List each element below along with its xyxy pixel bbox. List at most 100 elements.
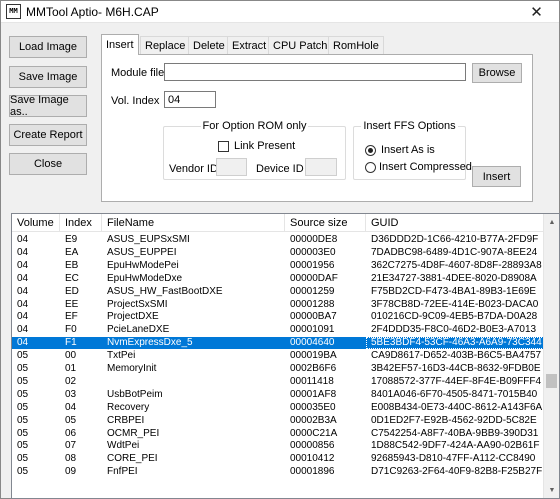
close-button[interactable]: Close [9,153,87,175]
filename-cell: ProjectDXE [107,311,159,323]
column-header-guid[interactable]: GUID [366,214,552,232]
column-header-filename[interactable]: FileName [102,214,285,232]
filename-cell: OCMR_PEI [107,427,160,439]
table-row[interactable]: 05 00 TxtPei 000019BA CA9D8617-D652-403B-B6C… [12,350,552,362]
table-row[interactable]: 05 06 OCMR_PEI 0000C21A C7542254-A8F7-40BA-9… [12,428,552,440]
guid-cell: 0D1ED2F7-E92B-4562-92DD-5C82E [371,414,537,426]
filename-cell: EpuHwModePei [107,259,179,271]
guid-cell: 8401A046-6F70-4505-8471-7015B40 [371,388,538,400]
index-cell: EB [65,259,79,271]
module-list[interactable]: Volume Index FileName Source size GUID 0… [11,213,560,499]
filename-cell: ASUS_EUPPEI [107,246,177,258]
insert-tab-panel: Module file Browse Vol. Index 04 For Opt… [101,54,533,202]
module-file-label: Module file [111,67,165,79]
source-size-cell: 00004640 [290,337,335,349]
insert-compressed-radio[interactable] [365,162,376,173]
guid-cell: 362C7275-4D8F-4607-8D8F-28893A8 [371,259,542,271]
guid-cell: 1D88C542-9DF7-424A-AA90-02B61F [371,440,540,452]
filename-cell: PcieLaneDXE [107,324,170,336]
tab-romhole[interactable]: RomHole [328,36,384,54]
tab-extract[interactable]: Extract [227,36,272,54]
device-id-label: Device ID [256,163,304,175]
index-cell: 09 [65,466,77,478]
source-size-cell: 00010412 [290,453,335,465]
table-row[interactable]: 05 09 FnfPEI 00001896 D71C9263-2F64-40F9-82B… [12,466,552,478]
table-row[interactable]: 04 F1 NvmExpressDxe_5 00004640 5BE3BDF4-53CF… [12,337,552,350]
browse-button[interactable]: Browse [472,63,522,83]
volume-cell: 04 [17,311,29,323]
guid-cell: C7542254-A8F7-40BA-9BB9-390D31 [371,427,539,439]
source-size-cell: 000019BA [290,350,337,362]
device-id-input[interactable] [305,158,337,176]
insert-button[interactable]: Insert [472,166,521,187]
index-cell: EA [65,246,79,258]
guid-cell: 010216CD-9C09-4EB5-B7DA-D0A28 [371,311,538,323]
table-row[interactable]: 04 EF ProjectDXE 00000BA7 010216CD-9C09-4EB5… [12,311,552,323]
insert-compressed-label: Insert Compressed [379,161,472,173]
guid-cell: 5BE3BDF4-53CF-46A3-A6A9-73C344 [366,337,552,350]
tab-replace[interactable]: Replace [140,36,191,54]
table-row[interactable]: 05 01 MemoryInit 0002B6F6 3B42EF57-16D3-44CB… [12,363,552,375]
vol-index-input[interactable]: 04 [164,91,216,108]
guid-cell: 17088572-377F-44EF-8F4E-B09FFF4 [371,375,542,387]
volume-cell: 04 [17,285,29,297]
source-size-cell: 00000DE8 [290,234,338,245]
vendor-id-input[interactable] [216,158,247,176]
table-row[interactable]: 04 EB EpuHwModePei 00001956 362C7275-4D8F-46… [12,260,552,272]
table-row[interactable]: 05 07 WdtPei 00000856 1D88C542-9DF7-424A-AA9… [12,440,552,452]
link-present-checkbox[interactable] [218,141,229,152]
table-row[interactable]: 04 EC EpuHwModeDxe 00000DAF 21E34727-3881-4D… [12,273,552,285]
volume-cell: 05 [17,414,29,426]
volume-cell: 04 [17,272,29,284]
insert-as-is-radio[interactable] [365,145,376,156]
close-icon[interactable]: ✕ [514,1,559,23]
ffs-options-group: Insert FFS Options Insert As is Insert C… [353,120,472,180]
table-row[interactable]: 04 ED ASUS_HW_FastBootDXE 00001259 F75BD2CD-… [12,286,552,298]
filename-cell: Recovery [107,401,150,413]
tab-insert[interactable]: Insert [101,34,139,55]
table-row[interactable]: 04 EA ASUS_EUPPEI 000003E0 7DADBC98-6489-4D1… [12,247,552,259]
index-cell: EE [65,298,79,310]
source-size-cell: 00000856 [290,440,335,452]
table-row[interactable]: 04 E9 ASUS_EUPSxSMI 00000DE8 D36DDD2D-1C66-4… [12,234,552,246]
table-row[interactable]: 05 08 CORE_PEI 00010412 92685943-D810-47FF-A… [12,453,552,465]
column-header-volume[interactable]: Volume [12,214,60,232]
title-bar: MM MMTool Aptio- M6H.CAP ✕ [1,1,559,23]
index-cell: 06 [65,427,77,439]
column-header-index[interactable]: Index [60,214,102,232]
table-row[interactable]: 05 04 Recovery 000035E0 E008B434-0E73-440C-8… [12,402,552,414]
column-header-source-size[interactable]: Source size [285,214,366,232]
tab-cpu-patch[interactable]: CPU Patch [268,36,333,54]
save-image-button[interactable]: Save Image [9,66,87,88]
table-row[interactable]: 05 03 UsbBotPeim 00001AF8 8401A046-6F70-4505… [12,389,552,401]
tab-delete[interactable]: Delete [188,36,230,54]
filename-cell: ProjectSxSMI [107,298,168,310]
volume-cell: 05 [17,466,29,478]
create-report-button[interactable]: Create Report [9,124,87,146]
guid-cell: 3F78CB8D-72EE-414E-B023-DACA0 [371,298,539,310]
guid-cell: 2F4DDD35-F8C0-46D2-B0E3-A7013 [371,324,537,336]
table-row[interactable]: 05 05 CRBPEI 00002B3A 0D1ED2F7-E92B-4562-92D… [12,415,552,427]
index-cell: ED [65,285,79,297]
table-row[interactable]: 04 F0 PcieLaneDXE 00001091 2F4DDD35-F8C0-46D… [12,324,552,336]
scrollbar-thumb[interactable] [546,374,557,388]
filename-cell: TxtPei [107,350,136,362]
index-cell: 08 [65,453,77,465]
vertical-scrollbar[interactable]: ▲ ▼ [543,214,559,498]
source-size-cell: 000035E0 [290,401,336,413]
table-row[interactable]: 04 EE ProjectSxSMI 00001288 3F78CB8D-72EE-41… [12,299,552,311]
link-present-label: Link Present [234,140,296,152]
scroll-down-icon[interactable]: ▼ [544,482,559,498]
source-size-cell: 00011418 [290,375,334,387]
source-size-cell: 00001896 [290,466,335,478]
volume-cell: 04 [17,337,29,349]
filename-cell: FnfPEI [107,466,138,478]
load-image-button[interactable]: Load Image [9,36,87,58]
table-row[interactable]: 05 02 00011418 17088572-377F-44EF-8F4E-B09F… [12,376,552,388]
save-image-as-button[interactable]: Save Image as.. [9,94,87,118]
scroll-up-icon[interactable]: ▲ [544,214,559,230]
volume-cell: 05 [17,427,29,439]
index-cell: 02 [65,375,77,387]
index-cell: EF [65,311,78,323]
module-file-input[interactable] [164,63,466,81]
